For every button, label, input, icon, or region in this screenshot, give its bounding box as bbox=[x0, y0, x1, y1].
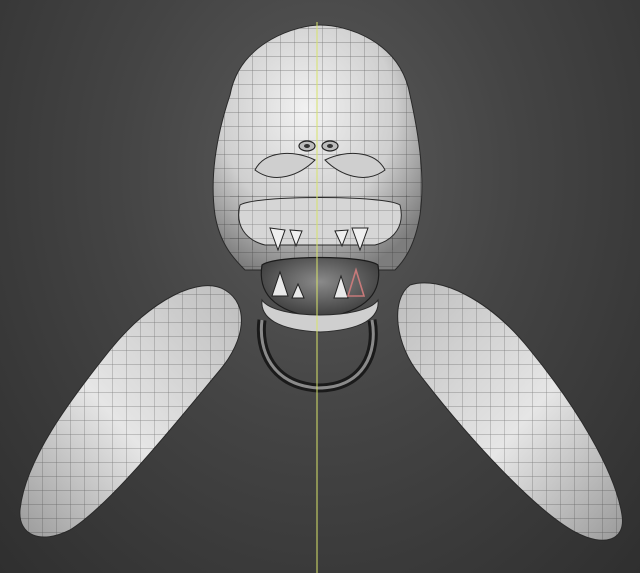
right-tentacle bbox=[397, 282, 623, 541]
model-render bbox=[19, 22, 623, 573]
left-tentacle bbox=[19, 285, 242, 538]
3d-viewport[interactable] bbox=[0, 0, 640, 573]
creature-head bbox=[212, 24, 423, 333]
